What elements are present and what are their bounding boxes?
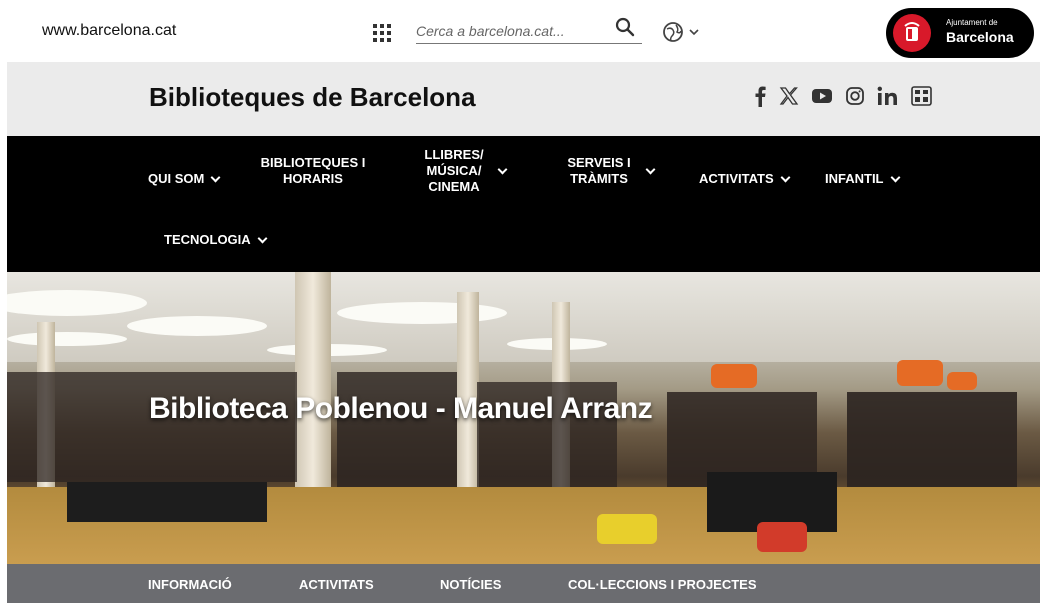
barcelona-seal-icon: [893, 14, 931, 52]
nav-item-label: LLIBRES/ MÚSICA/ CINEMA: [424, 147, 484, 194]
subnav-noticies[interactable]: NOTÍCIES: [440, 577, 501, 592]
library-name: Biblioteca Poblenou - Manuel Arranz: [149, 392, 653, 425]
nav-item-label: SERVEIS I TRÀMITS: [567, 155, 631, 186]
site-header: Biblioteques de Barcelona: [7, 62, 1040, 136]
nav-item-serveis[interactable]: SERVEIS I TRÀMITS: [565, 154, 656, 188]
instagram-icon[interactable]: [845, 86, 865, 112]
subnav-activitats[interactable]: ACTIVITATS: [299, 577, 374, 592]
nav-item-label: BIBLIOTEQUES I HORARIS: [260, 155, 366, 186]
nav-item-llibres[interactable]: LLIBRES/ MÚSICA/ CINEMA: [421, 146, 508, 196]
nav-item-infantil[interactable]: INFANTIL: [825, 162, 900, 196]
chevron-down-icon: [210, 172, 221, 182]
nav-item-activitats[interactable]: ACTIVITATS: [699, 162, 791, 196]
decor-dog-sculpture: [897, 360, 943, 386]
subnav-colleccions[interactable]: COL·LECCIONS I PROJECTES: [568, 577, 757, 592]
nav-item-qui-som[interactable]: QUI SOM: [148, 162, 221, 196]
nav-item-label: TECNOLOGIA: [164, 232, 251, 247]
ajuntament-logo[interactable]: Ajuntament de Barcelona: [886, 8, 1034, 58]
youtube-icon[interactable]: [811, 87, 833, 111]
logo-big-text: Barcelona: [946, 29, 1014, 45]
main-navigation: QUI SOM BIBLIOTEQUES I HORARIS LLIBRES/ …: [7, 136, 1040, 272]
x-icon[interactable]: [779, 86, 799, 112]
chevron-down-icon: [780, 172, 791, 182]
facebook-icon[interactable]: [753, 85, 767, 113]
chevron-down-icon: [645, 164, 656, 174]
grid-icon[interactable]: [373, 24, 391, 42]
linkedin-icon[interactable]: [877, 86, 899, 112]
nav-item-label: INFANTIL: [825, 171, 884, 186]
chevron-down-icon: [497, 164, 508, 174]
top-bar: www.barcelona.cat Cerca a barcelona.cat.…: [0, 0, 1040, 62]
subnav-informacio[interactable]: INFORMACIÓ: [148, 577, 232, 592]
nav-item-label: QUI SOM: [148, 171, 205, 186]
social-links: [753, 85, 933, 113]
logo-small-text: Ajuntament de: [946, 18, 998, 27]
search-icon[interactable]: [614, 16, 636, 40]
chevron-down-icon: [890, 172, 900, 182]
search-box: [416, 16, 642, 44]
library-subnav: INFORMACIÓ ACTIVITATS NOTÍCIES COL·LECCI…: [7, 564, 1040, 603]
flickr-icon[interactable]: [911, 86, 933, 112]
decor-dog-sculpture: [711, 364, 757, 388]
globe-icon: [662, 22, 704, 47]
language-selector[interactable]: [662, 21, 704, 43]
site-url-link[interactable]: www.barcelona.cat: [42, 22, 176, 40]
hero-banner: Biblioteca Poblenou - Manuel Arranz: [7, 272, 1040, 564]
site-title[interactable]: Biblioteques de Barcelona: [149, 82, 476, 113]
decor-dog-sculpture: [947, 372, 977, 390]
nav-item-biblioteques[interactable]: BIBLIOTEQUES I HORARIS: [258, 154, 368, 188]
nav-item-label: ACTIVITATS: [699, 171, 774, 186]
chevron-down-icon: [257, 233, 268, 243]
search-input[interactable]: [416, 20, 596, 42]
nav-item-tecnologia[interactable]: TECNOLOGIA: [164, 230, 268, 250]
